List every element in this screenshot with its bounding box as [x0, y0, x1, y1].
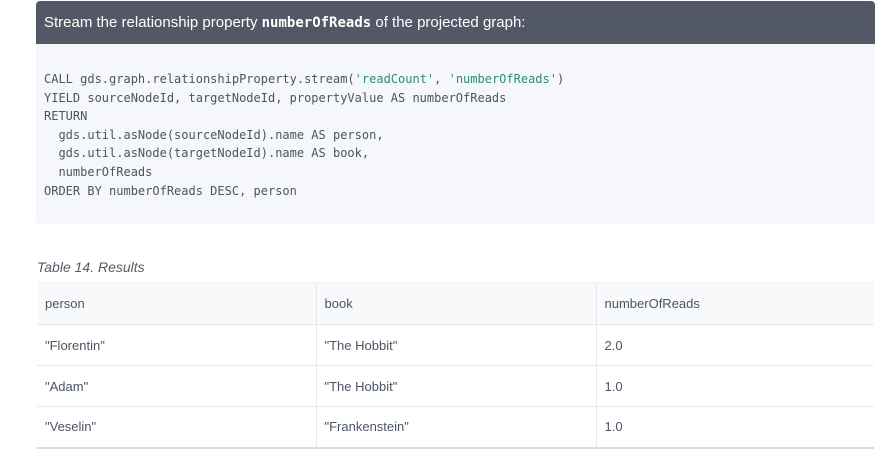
cell-book: "The Hobbit" [315, 324, 596, 366]
code-string-numberofreads: 'numberOfReads' [448, 72, 557, 86]
code-line: CALL gds.graph.relationshipProperty.stre… [44, 70, 875, 89]
table-caption: Table 14. Results [37, 259, 145, 275]
code-comma: , [434, 72, 449, 86]
table-row: "Veselin" "Frankenstein" 1.0 [37, 406, 874, 449]
example-title-prefix: Stream the relationship property [44, 14, 262, 31]
code-block[interactable]: CALL gds.graph.relationshipProperty.stre… [36, 44, 875, 224]
code-line: RETURN [44, 109, 88, 124]
example-block: Stream the relationship property numberO… [36, 1, 875, 224]
example-title: Stream the relationship property numberO… [36, 1, 875, 44]
column-header-book: book [315, 282, 596, 325]
code-line: gds.util.asNode(sourceNodeId).name AS pe… [44, 127, 384, 142]
cell-person: "Florentin" [37, 324, 316, 366]
example-title-suffix: of the projected graph: [371, 14, 526, 31]
code-line: YIELD sourceNodeId, targetNodeId, proper… [44, 90, 507, 105]
code-string-readcount: 'readCount' [354, 72, 435, 86]
column-header-numberofreads: numberOfReads [595, 282, 874, 325]
table-row: "Florentin" "The Hobbit" 2.0 [37, 324, 874, 366]
results-table: person book numberOfReads "Florentin" "T… [37, 282, 874, 449]
cell-person: "Veselin" [37, 406, 316, 449]
table-row: "Adam" "The Hobbit" 1.0 [37, 365, 874, 407]
code-paren: ) [556, 72, 565, 86]
cell-numberofreads: 1.0 [595, 406, 874, 449]
cell-person: "Adam" [37, 365, 316, 407]
column-header-person: person [37, 282, 316, 325]
page: Stream the relationship property numberO… [0, 0, 883, 468]
cell-numberofreads: 2.0 [595, 324, 874, 366]
cell-numberofreads: 1.0 [595, 365, 874, 407]
cell-book: "Frankenstein" [315, 406, 596, 449]
code-line: numberOfReads [44, 164, 153, 179]
code-line: ORDER BY numberOfReads DESC, person [44, 183, 297, 198]
example-title-code: numberOfReads [261, 15, 372, 31]
code-line: gds.util.asNode(targetNodeId).name AS bo… [44, 146, 370, 161]
code-call: CALL gds.graph.relationshipProperty.stre… [44, 72, 355, 86]
table-header-row: person book numberOfReads [37, 282, 874, 325]
cell-book: "The Hobbit" [315, 365, 596, 407]
